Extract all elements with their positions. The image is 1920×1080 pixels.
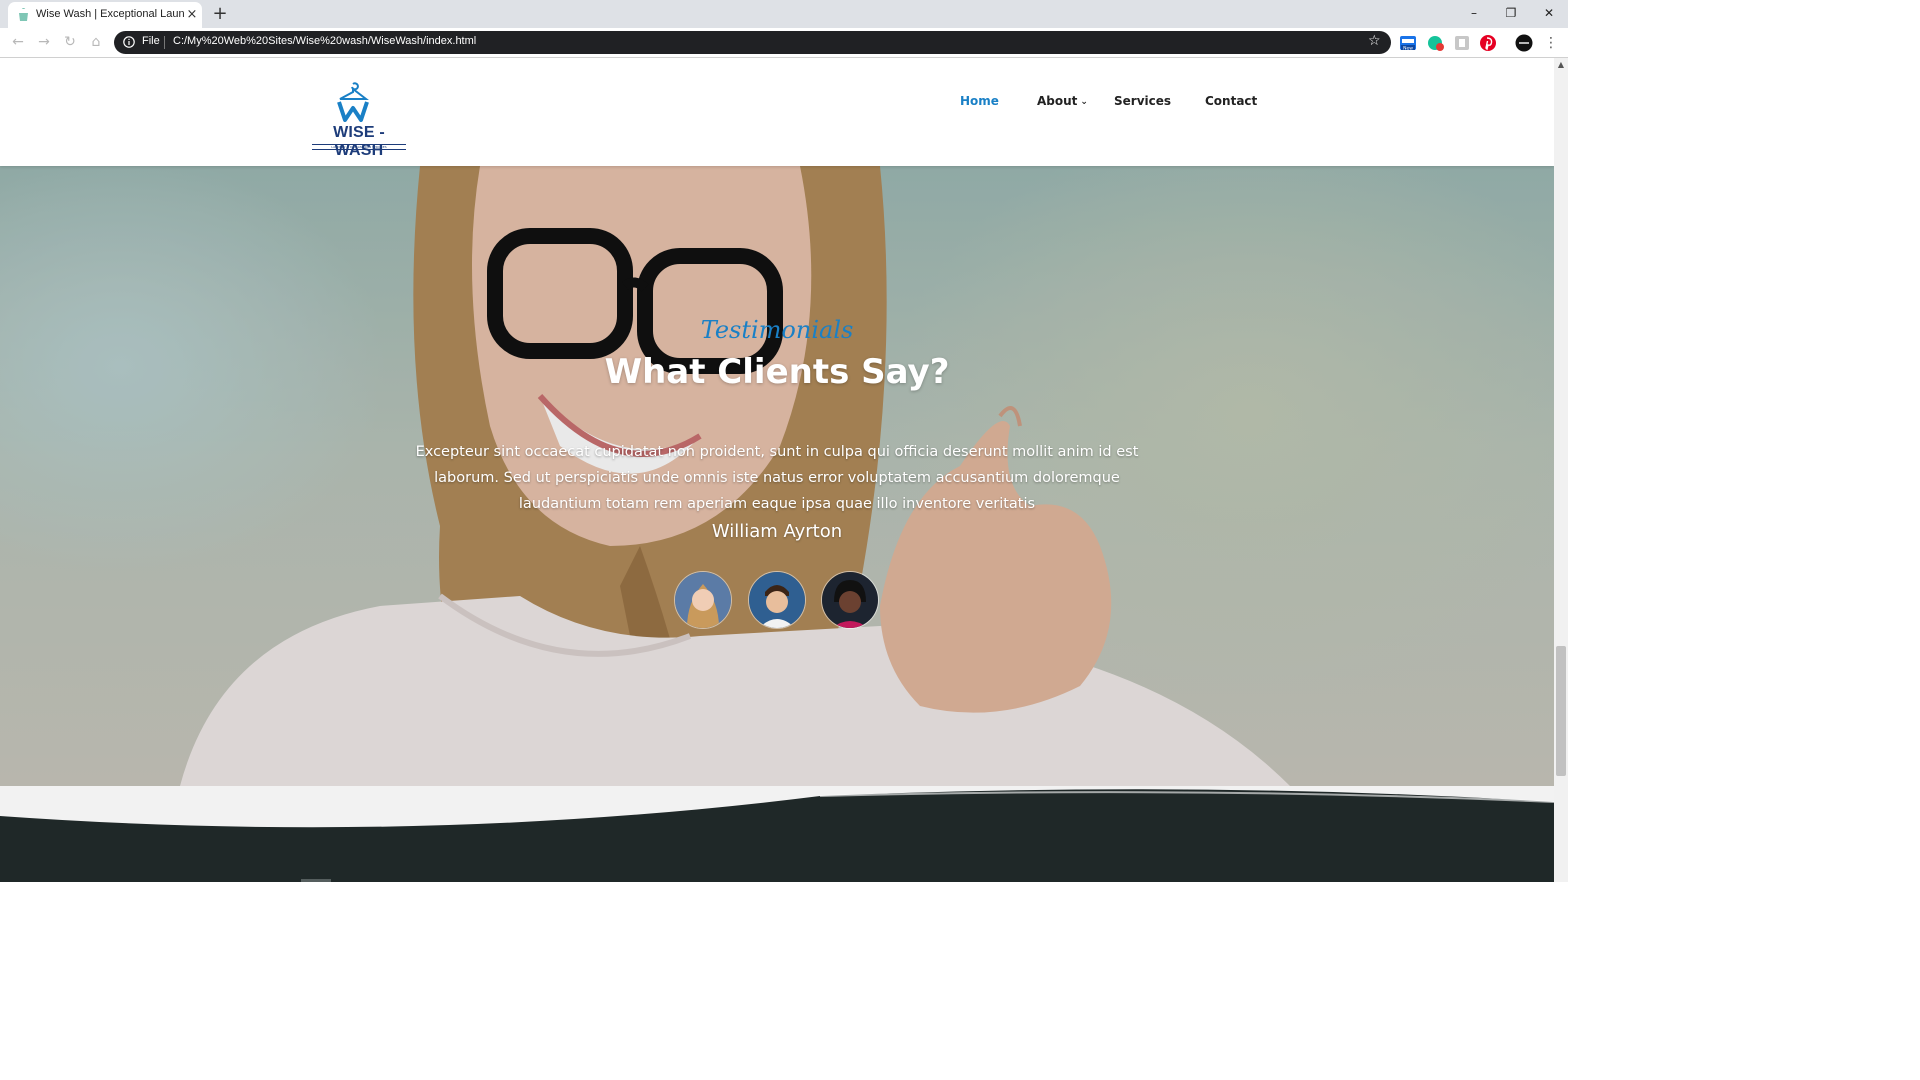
chevron-down-icon: ⌄ bbox=[1080, 97, 1088, 107]
nav-services[interactable]: Services bbox=[1114, 94, 1171, 108]
tab-title: Wise Wash | Exceptional Laundry bbox=[36, 8, 184, 20]
back-icon[interactable]: ← bbox=[8, 32, 28, 52]
testimonial-quote: Excepteur sint occaecat cupidatat non pr… bbox=[415, 443, 1139, 512]
logo-tagline: LAUNDRY & DRYCLEANING SERVICES bbox=[312, 144, 406, 150]
testimonials-section: Testimonials What Clients Say? Excepteur… bbox=[0, 166, 1554, 786]
reload-icon[interactable]: ↻ bbox=[60, 32, 80, 52]
page-scrollbar[interactable]: ▲ bbox=[1554, 58, 1568, 882]
bookmark-star-icon[interactable]: ☆ bbox=[1368, 33, 1381, 49]
pinterest-icon[interactable] bbox=[1479, 34, 1497, 52]
client-avatar-3-image bbox=[822, 572, 878, 628]
minimize-button[interactable]: – bbox=[1460, 3, 1488, 23]
client-avatar-1[interactable] bbox=[674, 571, 732, 629]
url-scheme-label: File bbox=[142, 35, 160, 47]
client-avatar-3[interactable] bbox=[821, 571, 879, 629]
site-header: WISE - WASH LAUNDRY & DRYCLEANING SERVIC… bbox=[0, 58, 1554, 166]
section-script-title: Testimonials bbox=[700, 316, 854, 344]
nav-home[interactable]: Home bbox=[960, 94, 999, 108]
web-page: WISE - WASH LAUNDRY & DRYCLEANING SERVIC… bbox=[0, 58, 1554, 882]
wave-shape bbox=[0, 786, 1554, 882]
forward-icon[interactable]: → bbox=[34, 32, 54, 52]
svg-text:New: New bbox=[1403, 45, 1413, 51]
site-favicon-icon bbox=[19, 8, 28, 21]
news-extension-icon[interactable]: New bbox=[1399, 34, 1417, 52]
tab-close-icon[interactable]: × bbox=[184, 6, 200, 24]
extension-puzzle-icon[interactable] bbox=[1453, 34, 1471, 52]
site-logo[interactable]: WISE - WASH LAUNDRY & DRYCLEANING SERVIC… bbox=[308, 82, 410, 159]
scroll-up-arrow-icon[interactable]: ▲ bbox=[1554, 58, 1568, 72]
client-avatar-1-image bbox=[675, 572, 731, 628]
profile-avatar-icon[interactable] bbox=[1515, 34, 1533, 52]
section-heading: What Clients Say? bbox=[604, 352, 950, 392]
logo-wordmark: WISE - WASH bbox=[333, 124, 385, 159]
address-divider bbox=[164, 36, 165, 49]
browser-tab[interactable]: Wise Wash | Exceptional Laundry × bbox=[8, 2, 202, 28]
scrollbar-thumb[interactable] bbox=[1556, 646, 1566, 776]
browser-tab-strip: Wise Wash | Exceptional Laundry × + – ❐ … bbox=[0, 0, 1568, 28]
grammar-extension-icon[interactable] bbox=[1427, 34, 1445, 52]
hanger-logo-icon bbox=[337, 82, 369, 122]
address-bar[interactable]: File C:/My%20Web%20Sites/Wise%20wash/Wis… bbox=[114, 31, 1391, 54]
restore-button[interactable]: ❐ bbox=[1497, 3, 1525, 23]
nav-about-label: About bbox=[1037, 94, 1078, 108]
client-avatar-2[interactable] bbox=[748, 571, 806, 629]
home-icon[interactable]: ⌂ bbox=[86, 32, 106, 52]
footer-wave-divider bbox=[0, 786, 1554, 882]
client-avatar-2-image bbox=[749, 572, 805, 628]
testimonial-author: William Ayrton bbox=[711, 521, 843, 542]
close-window-button[interactable]: ✕ bbox=[1535, 3, 1563, 23]
url-text[interactable]: C:/My%20Web%20Sites/Wise%20wash/WiseWash… bbox=[173, 35, 476, 47]
nav-about[interactable]: About ⌄ bbox=[1037, 94, 1088, 108]
nav-contact[interactable]: Contact bbox=[1205, 94, 1257, 108]
info-icon bbox=[123, 36, 135, 48]
new-tab-button[interactable]: + bbox=[208, 3, 232, 25]
browser-menu-icon[interactable]: ⋮ bbox=[1544, 34, 1558, 52]
browser-toolbar: ← → ↻ ⌂ File C:/My%20Web%20Sites/Wise%20… bbox=[0, 28, 1568, 58]
